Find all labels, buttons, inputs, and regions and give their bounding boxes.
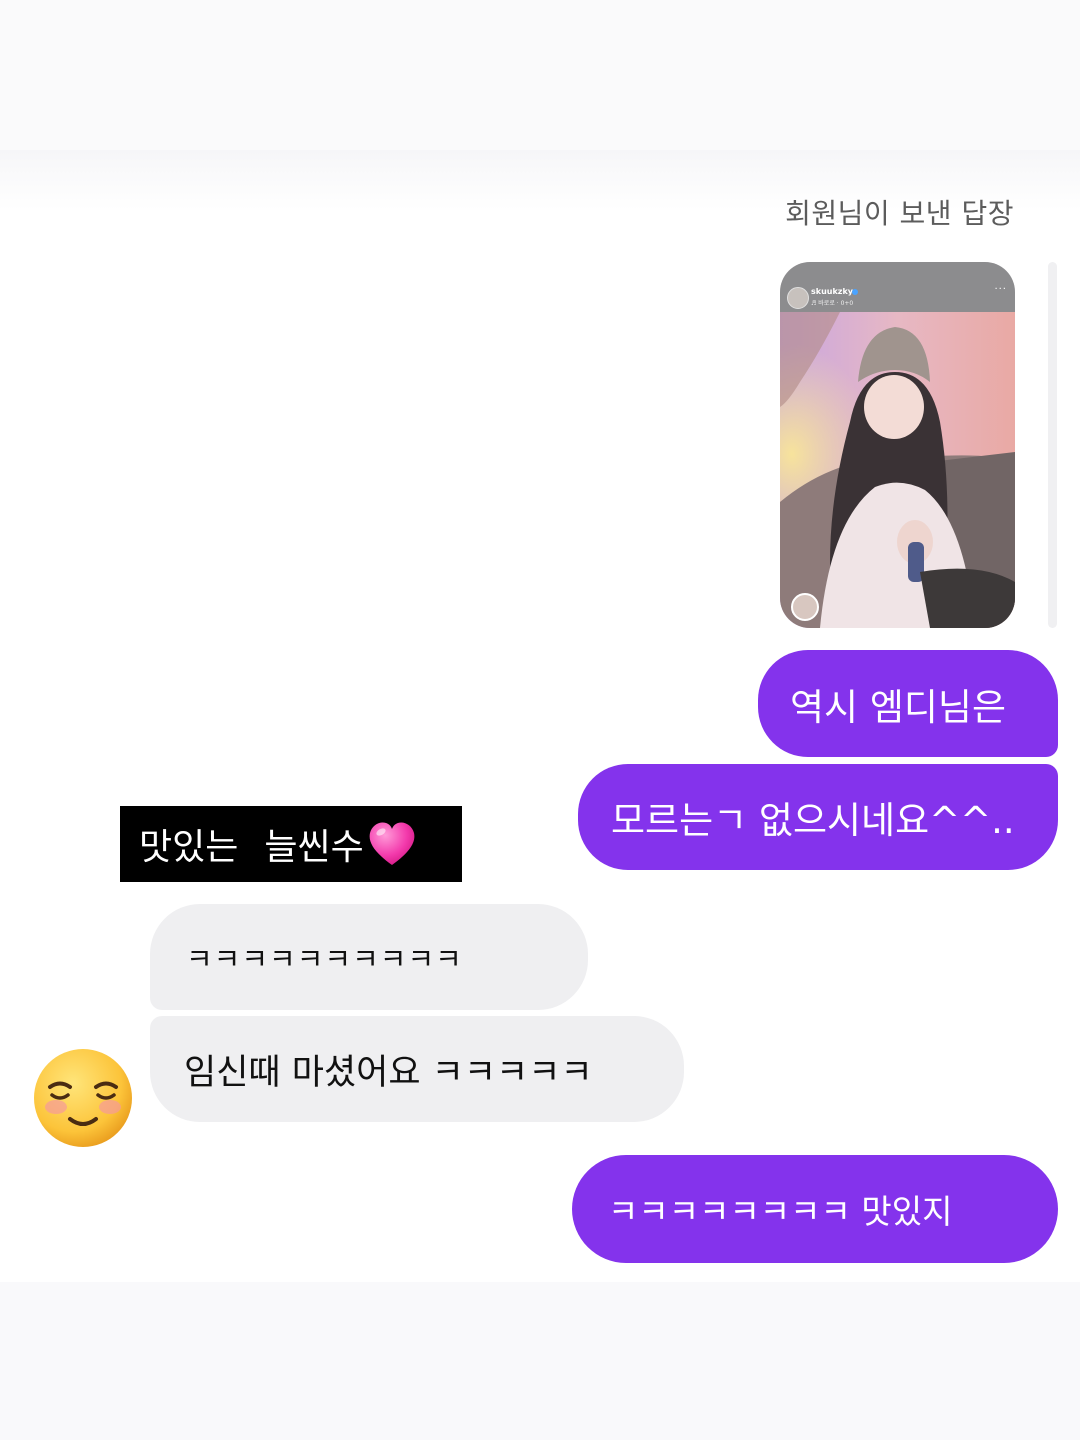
sent-message-bubble[interactable]: 모르는ㄱ 없으시네요^^..	[578, 764, 1058, 870]
pink-heart-icon	[369, 822, 415, 865]
received-message-bubble[interactable]: 임신때 마셨어요 ㅋㅋㅋㅋㅋ	[150, 1016, 684, 1122]
story-photo	[780, 312, 1015, 628]
story-avatar	[787, 287, 809, 309]
sent-message-bubble[interactable]: ㅋㅋㅋㅋㅋㅋㅋㅋ 맛있지	[572, 1155, 1058, 1263]
received-message-bubble[interactable]: ㅋㅋㅋㅋㅋㅋㅋㅋㅋㅋ	[150, 904, 588, 1010]
text-sticker: 맛있는 늘씬수	[120, 806, 462, 882]
story-preview-card[interactable]: skuukzky ♬ 바로로 · 0+0 ···	[780, 262, 1015, 628]
sticker-word: 늘씬수	[264, 827, 364, 868]
more-options-icon[interactable]: ···	[994, 284, 1007, 295]
sticker-word: 맛있는	[139, 827, 239, 868]
top-faded-area	[0, 0, 1080, 160]
story-music-subtitle: ♬ 바로로 · 0+0	[811, 300, 854, 307]
story-header: skuukzky ♬ 바로로 · 0+0 ···	[780, 262, 1015, 312]
story-username: skuukzky	[811, 287, 853, 296]
scroll-indicator[interactable]	[1048, 262, 1057, 628]
smiling-face-icon	[34, 1049, 132, 1147]
bottom-faded-area	[0, 1282, 1080, 1440]
story-reply-label: 회원님이 보낸 답장	[785, 197, 1014, 230]
sent-message-bubble[interactable]: 역시 엠디님은	[758, 650, 1058, 757]
verified-badge-icon	[852, 289, 858, 295]
